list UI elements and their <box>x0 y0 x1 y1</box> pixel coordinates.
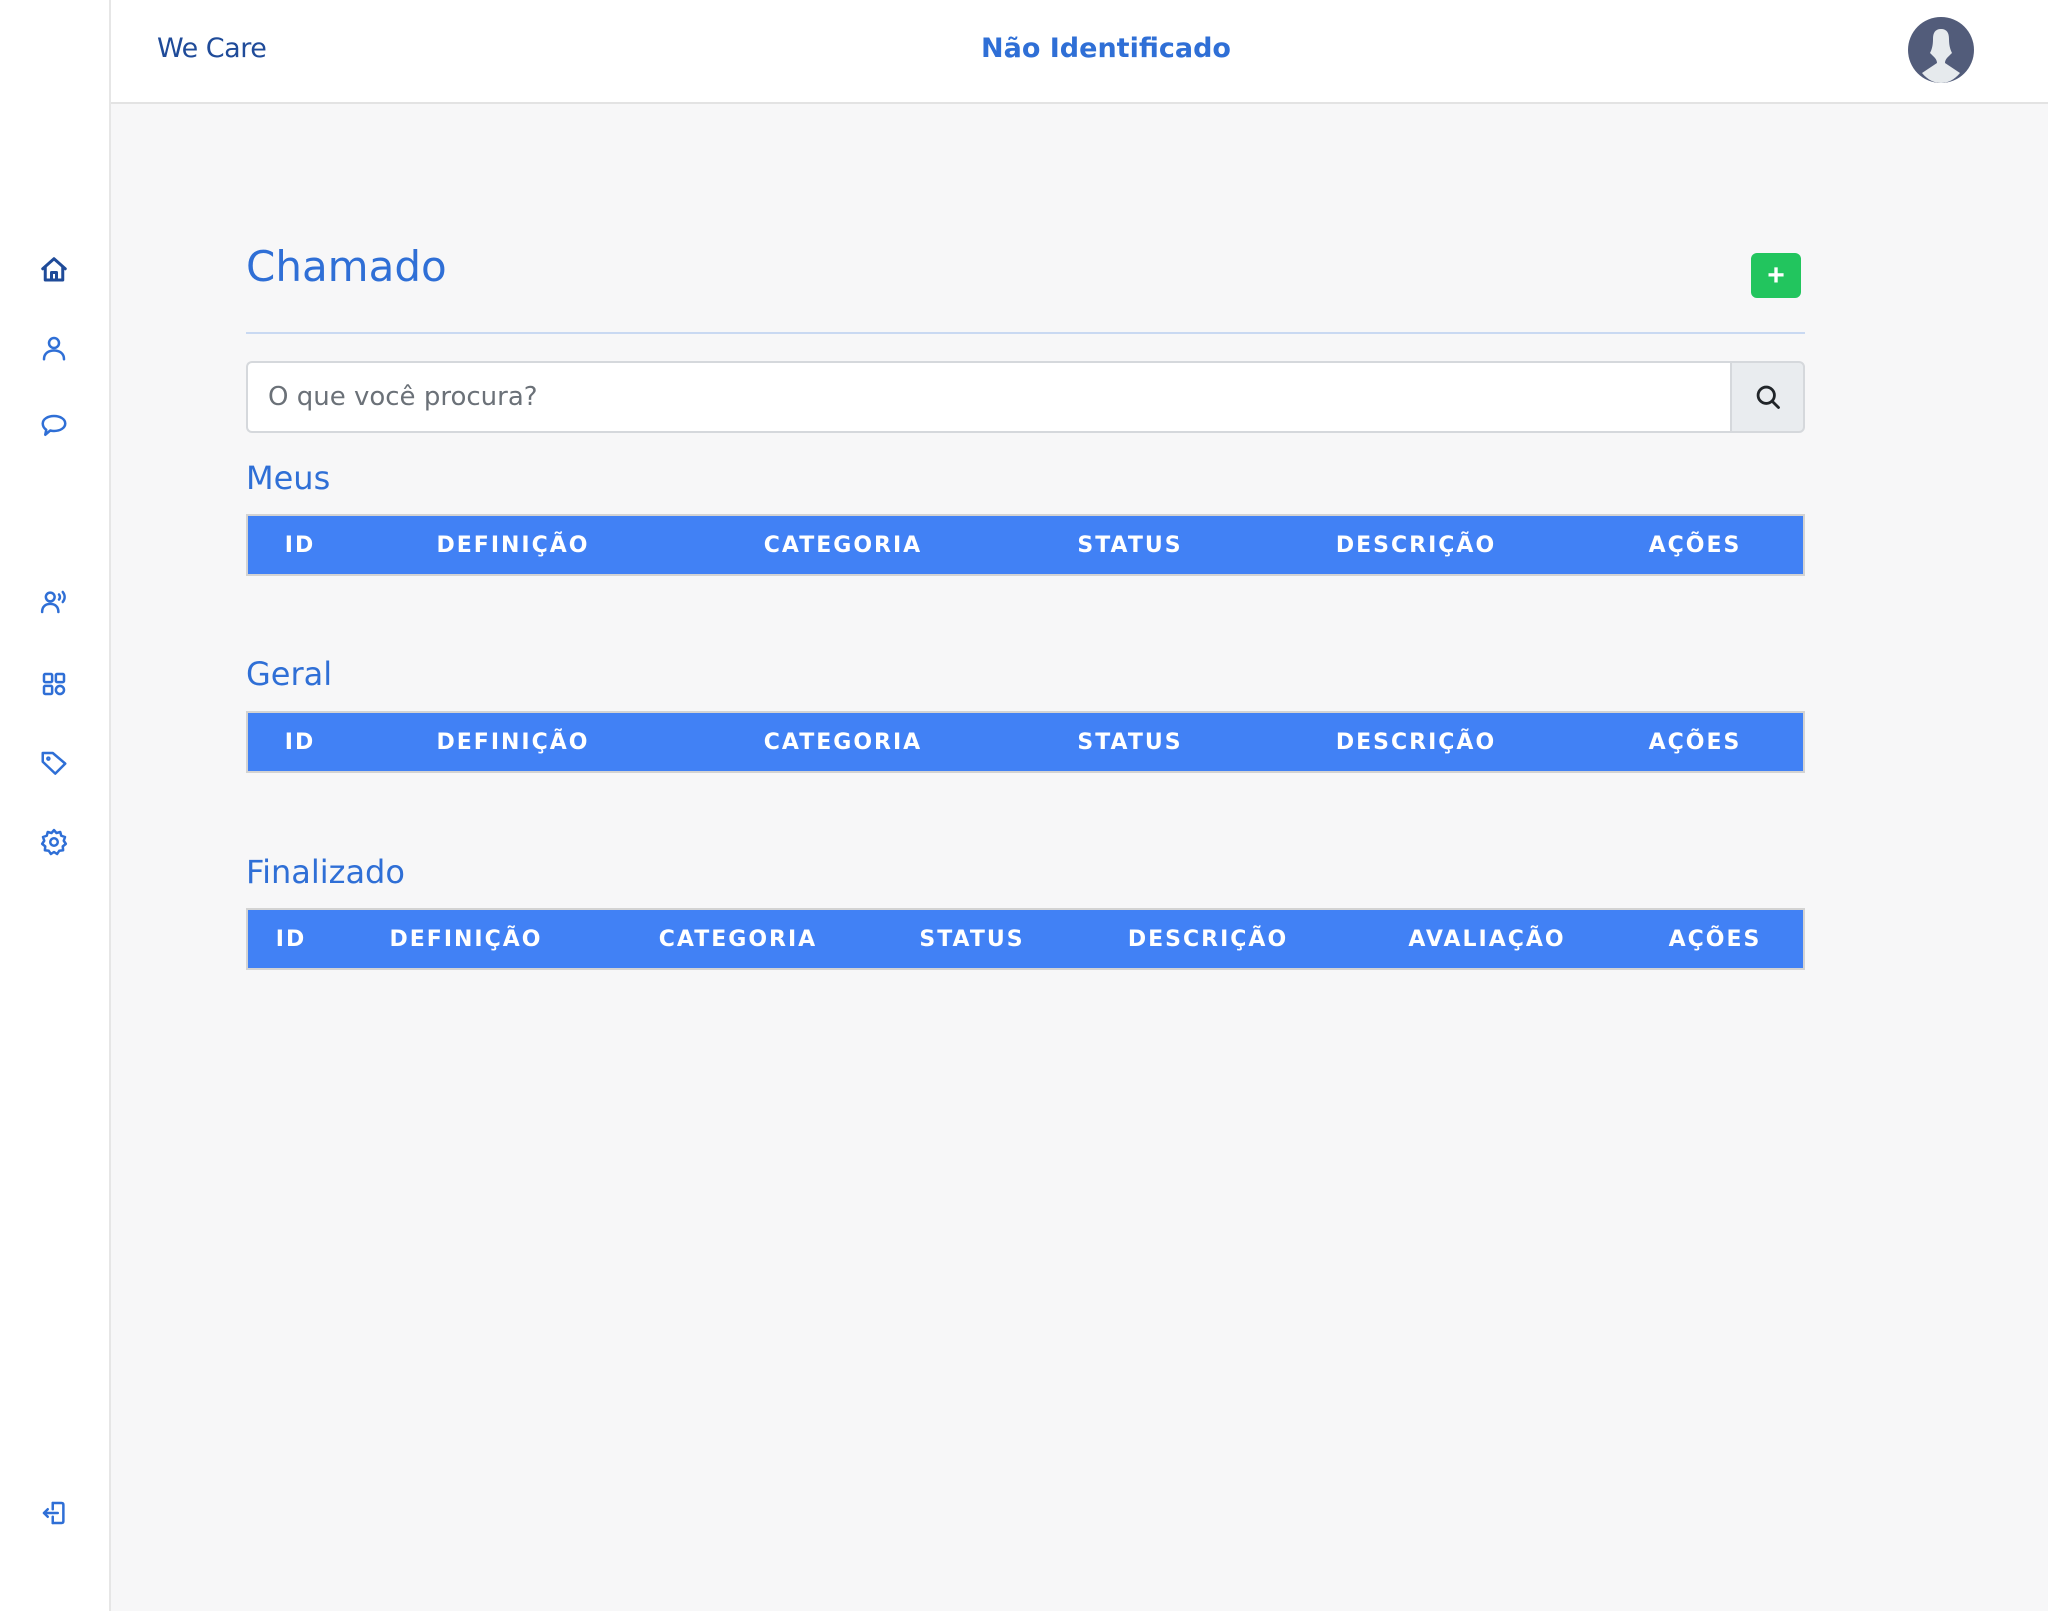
sidebar-item-profile[interactable] <box>38 332 70 364</box>
search-button[interactable] <box>1730 361 1805 433</box>
section-title-meus: Meus <box>246 459 331 497</box>
sidebar-item-tags[interactable] <box>38 747 70 779</box>
section-title-finalizado: Finalizado <box>246 853 405 891</box>
sidebar-item-home[interactable] <box>38 254 70 286</box>
sidebar-item-contacts[interactable] <box>38 586 70 618</box>
search-bar <box>246 361 1805 433</box>
column-header[interactable]: STATUS <box>1077 533 1182 558</box>
column-header[interactable]: AÇÕES <box>1649 533 1742 558</box>
table-header-finalizado: ID DEFINIÇÃO CATEGORIA STATUS DESCRIÇÃO … <box>246 908 1805 970</box>
search-icon <box>1756 385 1780 409</box>
column-header[interactable]: DESCRIÇÃO <box>1128 927 1288 952</box>
divider <box>246 332 1805 334</box>
add-ticket-button[interactable]: + <box>1751 253 1801 298</box>
column-header[interactable]: CATEGORIA <box>659 927 817 952</box>
grid-icon <box>42 672 66 696</box>
top-header: We Care Não Identificado <box>111 0 2048 104</box>
column-header[interactable]: DEFINIÇÃO <box>390 927 543 952</box>
avatar[interactable] <box>1908 17 1974 83</box>
plus-icon: + <box>1767 259 1785 292</box>
column-header[interactable]: ID <box>285 533 315 558</box>
column-header[interactable]: AÇÕES <box>1649 730 1742 755</box>
sidebar-item-settings[interactable] <box>38 826 70 858</box>
column-header[interactable]: STATUS <box>919 927 1024 952</box>
home-icon <box>41 257 67 282</box>
logout-button[interactable] <box>38 1497 70 1529</box>
column-header[interactable]: CATEGORIA <box>764 730 922 755</box>
sidebar-item-chat[interactable] <box>38 410 70 442</box>
chat-bubble-icon <box>41 414 67 436</box>
section-title-geral: Geral <box>246 655 333 693</box>
column-header[interactable]: AVALIAÇÃO <box>1408 927 1565 952</box>
column-header[interactable]: CATEGORIA <box>764 533 922 558</box>
user-status: Não Identificado <box>981 33 1231 64</box>
user-voice-icon <box>40 590 66 614</box>
user-icon <box>42 336 66 361</box>
column-header[interactable]: AÇÕES <box>1669 927 1762 952</box>
column-header[interactable]: DESCRIÇÃO <box>1336 533 1496 558</box>
search-input[interactable] <box>246 361 1730 433</box>
brand-logo[interactable]: We Care <box>157 33 267 64</box>
column-header[interactable]: STATUS <box>1077 730 1182 755</box>
tag-icon <box>41 751 67 775</box>
logout-icon <box>42 1501 65 1525</box>
column-header[interactable]: ID <box>276 927 306 952</box>
sidebar <box>0 0 111 1611</box>
table-header-geral: ID DEFINIÇÃO CATEGORIA STATUS DESCRIÇÃO … <box>246 711 1805 773</box>
column-header[interactable]: DEFINIÇÃO <box>437 730 590 755</box>
page-title: Chamado <box>246 242 447 291</box>
sidebar-item-dashboard[interactable] <box>38 668 70 700</box>
user-avatar-icon <box>1922 29 1960 83</box>
column-header[interactable]: ID <box>285 730 315 755</box>
column-header[interactable]: DEFINIÇÃO <box>437 533 590 558</box>
table-header-meus: ID DEFINIÇÃO CATEGORIA STATUS DESCRIÇÃO … <box>246 514 1805 576</box>
gear-icon <box>40 828 68 856</box>
column-header[interactable]: DESCRIÇÃO <box>1336 730 1496 755</box>
